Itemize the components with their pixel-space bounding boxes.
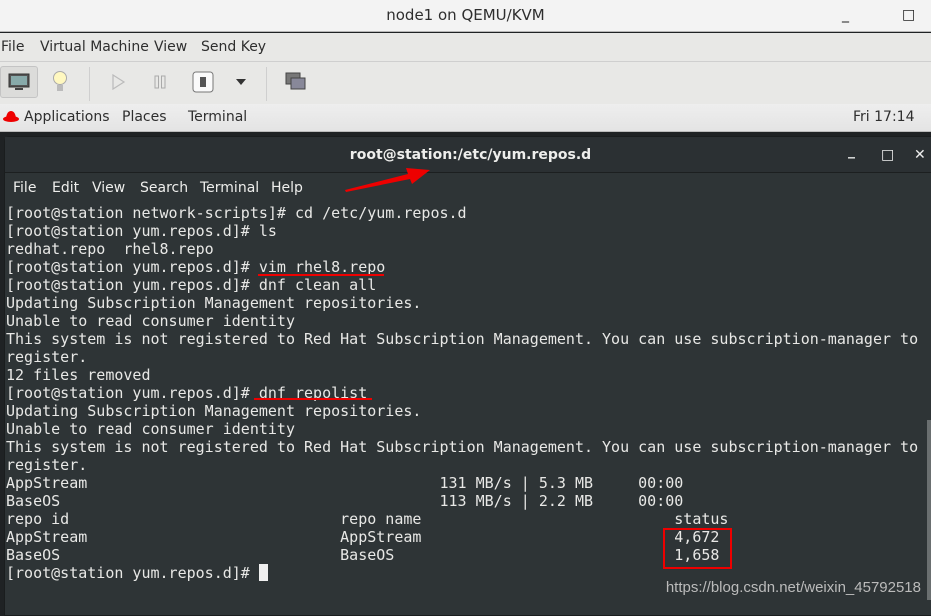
menu-send-key[interactable]: Send Key <box>201 33 266 62</box>
vm-menubar: File Virtual Machine View Send Key <box>0 33 931 62</box>
terminal-line: Updating Subscription Management reposit… <box>6 402 918 420</box>
maximize-button[interactable]: □ <box>902 0 915 30</box>
terminal-cursor <box>258 564 268 581</box>
window-title: node1 on QEMU/KVM <box>386 6 545 24</box>
terminal-line: AppStream AppStream 4,672 <box>6 528 918 546</box>
terminal-menu-terminal[interactable]: Terminal <box>200 173 259 203</box>
toolbar-separator <box>266 67 267 101</box>
terminal-menu-search[interactable]: Search <box>140 173 188 203</box>
terminal-line-text: register. <box>6 456 88 474</box>
places-menu[interactable]: Places <box>122 104 167 130</box>
pause-icon[interactable] <box>146 66 174 98</box>
terminal-line: [root@station network-scripts]# cd /etc/… <box>6 204 918 222</box>
terminal-line: register. <box>6 348 918 366</box>
terminal-menu-file[interactable]: File <box>13 173 36 203</box>
power-icon[interactable] <box>191 66 215 98</box>
dropdown-icon[interactable] <box>231 66 251 98</box>
terminal-menu-help[interactable]: Help <box>271 173 303 203</box>
terminal-line: [root@station yum.repos.d]# dnf repolist <box>6 384 918 402</box>
annotation-status-box <box>663 528 732 569</box>
terminal-line: Updating Subscription Management reposit… <box>6 294 918 312</box>
menu-view[interactable]: View <box>154 33 187 62</box>
terminal-line-text: Unable to read consumer identity <box>6 420 295 438</box>
terminal-screen[interactable]: [root@station network-scripts]# cd /etc/… <box>5 204 931 614</box>
terminal-line-text: register. <box>6 348 88 366</box>
terminal-line-text: redhat.repo rhel8.repo <box>6 240 214 258</box>
play-icon[interactable] <box>104 66 132 98</box>
menu-file[interactable]: File <box>1 33 24 62</box>
terminal-titlebar: root@station:/etc/yum.repos.d _ □ ✕ <box>5 137 931 173</box>
terminal-line-text: 12 files removed <box>6 366 151 384</box>
annotation-underline-repolist <box>254 398 372 400</box>
terminal-line-text: Unable to read consumer identity <box>6 312 295 330</box>
terminal-menu-edit[interactable]: Edit <box>52 173 79 203</box>
clock[interactable]: Fri 17:14 <box>853 104 914 130</box>
terminal-menu-view[interactable]: View <box>92 173 125 203</box>
toolbar-separator <box>89 67 90 101</box>
terminal-line: [root@station yum.repos.d]# ls <box>6 222 918 240</box>
terminal-line: 12 files removed <box>6 366 918 384</box>
terminal-line-text: This system is not registered to Red Hat… <box>6 438 919 456</box>
terminal-scrollbar[interactable] <box>927 420 931 600</box>
terminal-line: Unable to read consumer identity <box>6 312 918 330</box>
terminal-line: repo id repo name status <box>6 510 918 528</box>
terminal-close-button[interactable]: ✕ <box>914 137 926 173</box>
terminal-line: Unable to read consumer identity <box>6 420 918 438</box>
vm-toolbar <box>0 62 931 104</box>
screens-icon[interactable] <box>282 66 310 98</box>
gnome-top-bar: Applications Places Terminal Fri 17:14 <box>0 104 931 132</box>
minimize-button[interactable]: _ <box>842 0 849 30</box>
terminal-line-text: AppStream 131 MB/s | 5.3 MB 00:00 <box>6 474 684 492</box>
terminal-line: register. <box>6 456 918 474</box>
terminal-line: This system is not registered to Red Hat… <box>6 330 918 348</box>
terminal-line-text: BaseOS BaseOS 1,658 <box>6 546 720 564</box>
terminal-menubar: File Edit View Search Terminal Help <box>5 173 931 203</box>
terminal-output: [root@station network-scripts]# cd /etc/… <box>6 204 918 582</box>
terminal-maximize-button[interactable]: □ <box>881 137 894 173</box>
terminal-line-text: repo id repo name status <box>6 510 729 528</box>
menu-virtual-machine[interactable]: Virtual Machine <box>40 33 149 62</box>
applications-menu[interactable]: Applications <box>24 104 110 130</box>
terminal-line: BaseOS 113 MB/s | 2.2 MB 00:00 <box>6 492 918 510</box>
terminal-line-text: This system is not registered to Red Hat… <box>6 330 919 348</box>
terminal-line-text: [root@station yum.repos.d]# dnf clean al… <box>6 276 377 294</box>
terminal-line-text: [root@station yum.repos.d]# <box>6 564 259 582</box>
redhat-logo-icon <box>2 104 20 139</box>
terminal-line-text: [root@station yum.repos.d]# ls <box>6 222 277 240</box>
lightbulb-icon[interactable] <box>46 66 74 98</box>
terminal-line: AppStream 131 MB/s | 5.3 MB 00:00 <box>6 474 918 492</box>
terminal-line: [root@station yum.repos.d]# vim rhel8.re… <box>6 258 918 276</box>
terminal-line-text: BaseOS 113 MB/s | 2.2 MB 00:00 <box>6 492 684 510</box>
terminal-window: root@station:/etc/yum.repos.d _ □ ✕ File… <box>4 136 931 616</box>
terminal-app-menu[interactable]: Terminal <box>188 104 247 130</box>
terminal-line-text: Updating Subscription Management reposit… <box>6 402 422 420</box>
terminal-line-text: [root@station network-scripts]# cd /etc/… <box>6 204 467 222</box>
terminal-line-text: Updating Subscription Management reposit… <box>6 294 422 312</box>
monitor-icon[interactable] <box>0 66 38 98</box>
terminal-line: redhat.repo rhel8.repo <box>6 240 918 258</box>
terminal-minimize-button[interactable]: _ <box>848 133 855 169</box>
annotation-underline-vim <box>258 274 384 276</box>
terminal-line-text: AppStream AppStream 4,672 <box>6 528 720 546</box>
annotation-arrow-icon <box>345 168 430 192</box>
vm-window-titlebar: node1 on QEMU/KVM _ □ <box>0 0 931 32</box>
terminal-line: BaseOS BaseOS 1,658 <box>6 546 918 564</box>
terminal-title: root@station:/etc/yum.repos.d <box>349 147 592 163</box>
watermark: https://blog.csdn.net/weixin_45792518 <box>665 579 921 596</box>
terminal-line: This system is not registered to Red Hat… <box>6 438 918 456</box>
terminal-line: [root@station yum.repos.d]# dnf clean al… <box>6 276 918 294</box>
